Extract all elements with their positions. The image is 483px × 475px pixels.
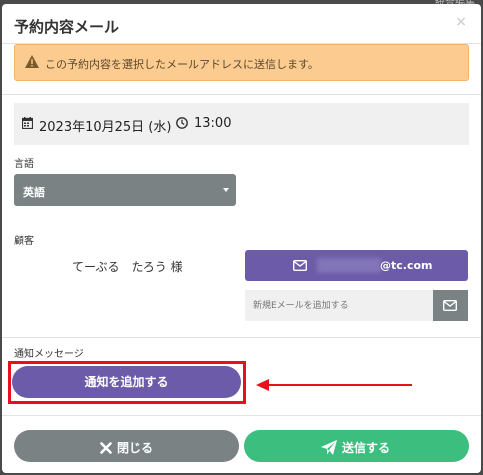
- close-icon[interactable]: ×: [455, 14, 467, 30]
- calendar-icon: [22, 117, 33, 129]
- email-modal: 予約内容メール × この予約内容を選択したメールアドレスに送信します。 2023…: [2, 4, 481, 473]
- customer-label: 顧客: [14, 236, 34, 247]
- highlight-box: [8, 361, 246, 404]
- booking-datetime: 2023年10月25日 (水) 13:00: [14, 103, 469, 145]
- close-button-label: 閉じる: [117, 441, 154, 455]
- envelope-icon: [293, 260, 307, 271]
- email-domain: @tc.com: [380, 259, 433, 272]
- close-button-content: 閉じる: [100, 439, 153, 456]
- divider: [2, 94, 481, 95]
- send-button[interactable]: 送信する: [244, 430, 469, 462]
- language-label: 言語: [14, 159, 34, 170]
- booking-date: 2023年10月25日 (水): [39, 120, 172, 135]
- alert-message: この予約内容を選択したメールアドレスに送信します。: [45, 58, 319, 71]
- annotation-arrow-icon: [256, 379, 269, 391]
- add-email-input[interactable]: [245, 290, 433, 321]
- customer-name: てーぶる たろう 様: [72, 260, 183, 274]
- customer-email-button[interactable]: @tc.com: [245, 250, 468, 281]
- divider: [2, 337, 481, 338]
- clock-icon: [176, 117, 188, 129]
- close-button[interactable]: 閉じる: [14, 430, 239, 462]
- envelope-icon: [443, 300, 457, 311]
- warning-alert: この予約内容を選択したメールアドレスに送信します。: [14, 44, 469, 81]
- modal-title: 予約内容メール: [14, 18, 120, 36]
- modal-header: 予約内容メール ×: [2, 4, 481, 44]
- language-select[interactable]: 英語: [14, 174, 236, 206]
- booking-time: 13:00: [194, 116, 232, 131]
- warning-icon: [25, 55, 39, 68]
- chevron-down-icon: [223, 188, 229, 192]
- send-button-label: 送信する: [342, 441, 391, 455]
- send-button-content: 送信する: [321, 439, 390, 456]
- add-email-button[interactable]: [433, 290, 468, 321]
- close-icon: [100, 441, 112, 454]
- divider: [2, 415, 481, 416]
- annotation-arrow-line: [267, 384, 412, 386]
- notification-label: 通知メッセージ: [14, 349, 84, 360]
- paper-plane-icon: [321, 440, 337, 455]
- redacted-email-local-part: [317, 258, 381, 273]
- language-selected-value: 英語: [23, 186, 45, 199]
